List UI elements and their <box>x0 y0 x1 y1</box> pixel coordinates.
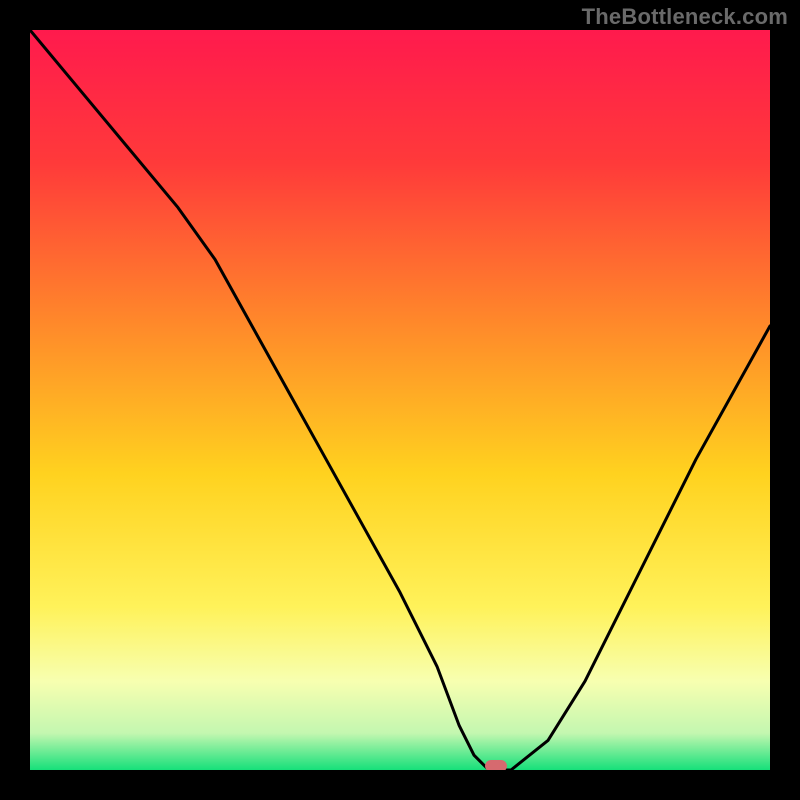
bottleneck-curve <box>30 30 770 770</box>
chart-frame: TheBottleneck.com <box>0 0 800 800</box>
optimal-marker <box>485 760 507 770</box>
plot-area <box>30 30 770 770</box>
watermark-label: TheBottleneck.com <box>582 4 788 30</box>
